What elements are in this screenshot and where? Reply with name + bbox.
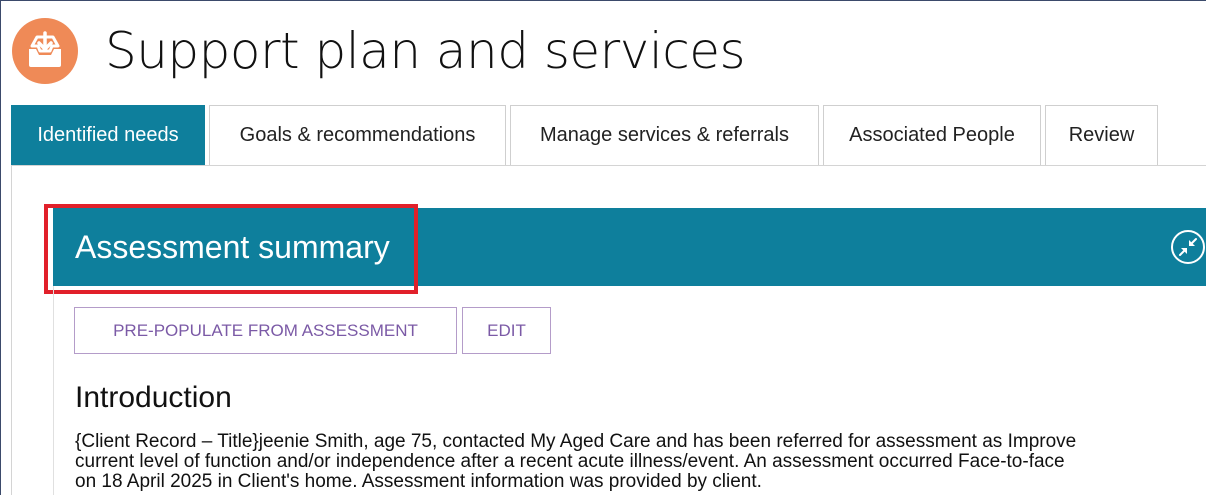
tab-bar: Identified needs Goals & recommendations… — [11, 105, 1162, 166]
prepopulate-button[interactable]: PRE-POPULATE FROM ASSESSMENT — [74, 307, 457, 354]
content-border — [11, 165, 12, 495]
tab-identified-needs[interactable]: Identified needs — [11, 105, 205, 165]
introduction-text: {Client Record – Title}jeenie Smith, age… — [75, 432, 1206, 495]
edit-button[interactable]: EDIT — [462, 307, 551, 354]
collapse-arrows-icon — [1179, 238, 1197, 256]
tab-review[interactable]: Review — [1045, 105, 1158, 165]
introduction-heading: Introduction — [75, 381, 232, 414]
introduction-line: on 18 April 2025 in Client's home. Asses… — [75, 471, 762, 492]
tabs-divider — [11, 165, 1206, 166]
section-body-border — [53, 286, 54, 495]
collapse-button[interactable] — [1171, 230, 1205, 264]
introduction-line: current level of function and/or indepen… — [75, 451, 1065, 472]
page-title: Support plan and services — [105, 22, 746, 80]
tab-goals-recommendations[interactable]: Goals & recommendations — [209, 105, 506, 165]
tab-manage-services-referrals[interactable]: Manage services & referrals — [510, 105, 819, 165]
highlight-box — [44, 204, 418, 294]
page-header: Support plan and services — [1, 1, 1206, 105]
tab-associated-people[interactable]: Associated People — [823, 105, 1041, 165]
download-tray-icon — [12, 18, 78, 84]
introduction-line: {Client Record – Title}jeenie Smith, age… — [75, 432, 1077, 452]
app-window: Support plan and services Identified nee… — [0, 0, 1206, 495]
